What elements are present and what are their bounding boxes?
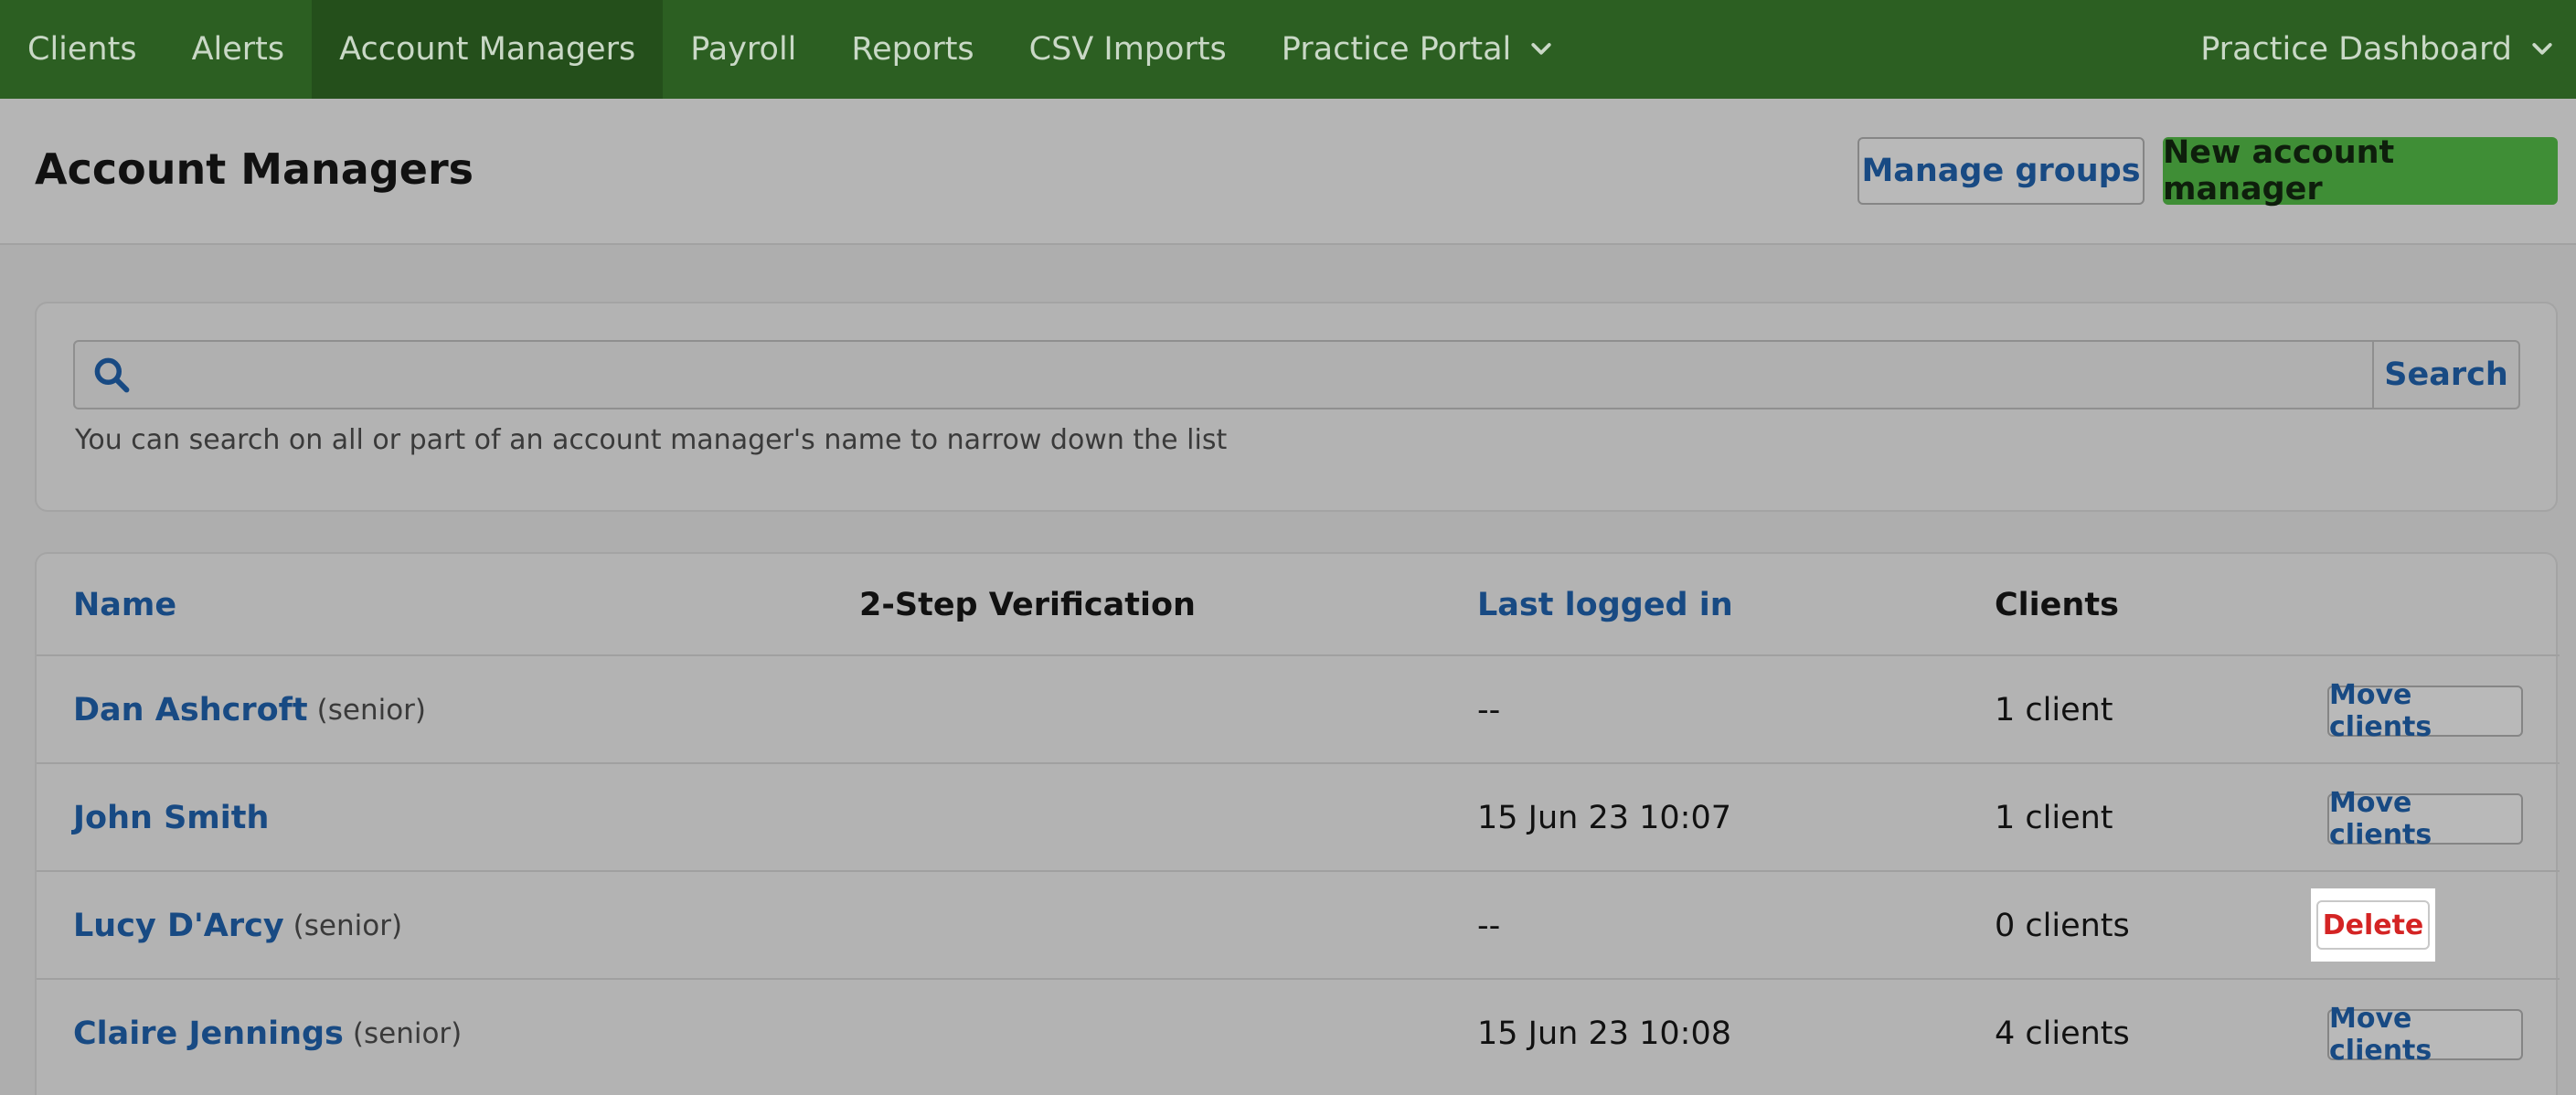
- manage-groups-button[interactable]: Manage groups: [1857, 137, 2145, 205]
- page-header: Account Managers Manage groups New accou…: [0, 99, 2576, 245]
- nav-item-csv-imports[interactable]: CSV Imports: [1002, 0, 1254, 99]
- new-account-manager-button[interactable]: New account manager: [2163, 134, 2558, 207]
- nav-item-payroll[interactable]: Payroll: [663, 0, 824, 99]
- nav-item-label: Clients: [27, 31, 137, 68]
- column-header-clients: Clients: [1995, 587, 2119, 623]
- role-label: (senior): [352, 1017, 463, 1050]
- last-logged-in-value: --: [1477, 692, 1501, 728]
- nav-item-practice-portal[interactable]: Practice Portal: [1254, 0, 1582, 99]
- clients-count: 1 client: [1995, 692, 2113, 728]
- page-title: Account Managers: [35, 144, 474, 194]
- nav-item-label: CSV Imports: [1028, 31, 1227, 68]
- chevron-down-icon: [2532, 43, 2552, 55]
- search-button[interactable]: Search: [2372, 342, 2518, 408]
- account-manager-name-link[interactable]: Dan Ashcroft: [73, 692, 308, 728]
- delete-highlight: Delete: [2311, 888, 2435, 962]
- move-clients-button[interactable]: Move clients: [2327, 1003, 2523, 1067]
- delete-button[interactable]: Delete: [2316, 900, 2430, 950]
- search-bar: Search: [73, 340, 2520, 409]
- search-hint: You can search on all or part of an acco…: [75, 424, 1228, 456]
- chevron-down-icon: [1531, 43, 1551, 55]
- nav-item-practice-dashboard[interactable]: Practice Dashboard: [2173, 0, 2576, 99]
- account-manager-name-link[interactable]: John Smith: [73, 800, 269, 836]
- column-header-2-step-verification: 2-Step Verification: [859, 587, 1196, 623]
- last-logged-in-value: --: [1477, 908, 1501, 944]
- nav-item-label: Account Managers: [339, 31, 636, 68]
- last-logged-in-value: 15 Jun 23 10:07: [1477, 800, 1732, 836]
- column-header-name[interactable]: Name: [73, 587, 176, 623]
- role-label: (senior): [293, 909, 403, 942]
- nav-item-account-managers[interactable]: Account Managers: [312, 0, 664, 99]
- account-manager-name-link[interactable]: Claire Jennings: [73, 1015, 344, 1052]
- account-manager-name-link[interactable]: Lucy D'Arcy: [73, 908, 284, 944]
- clients-count: 0 clients: [1995, 908, 2130, 944]
- table-row: John Smith 15 Jun 23 10:07 1 client Move…: [37, 762, 2560, 870]
- move-clients-button[interactable]: Move clients: [2327, 679, 2523, 743]
- column-header-last-logged-in[interactable]: Last logged in: [1477, 587, 1733, 623]
- nav-item-reports[interactable]: Reports: [824, 0, 1001, 99]
- clients-count: 4 clients: [1995, 1015, 2130, 1052]
- nav-item-label: Practice Dashboard: [2200, 31, 2512, 68]
- role-label: (senior): [316, 694, 427, 727]
- nav-item-label: Reports: [851, 31, 974, 68]
- nav-item-label: Practice Portal: [1281, 31, 1512, 68]
- last-logged-in-value: 15 Jun 23 10:08: [1477, 1015, 1732, 1052]
- move-clients-button[interactable]: Move clients: [2327, 787, 2523, 851]
- table-row: Dan Ashcroft (senior) -- 1 client Move c…: [37, 654, 2560, 762]
- clients-count: 1 client: [1995, 800, 2113, 836]
- top-navigation: Clients Alerts Account Managers Payroll …: [0, 0, 2576, 99]
- account-managers-table: Name 2-Step Verification Last logged in …: [35, 552, 2560, 1095]
- nav-item-alerts[interactable]: Alerts: [165, 0, 313, 99]
- table-row: Claire Jennings (senior) 15 Jun 23 10:08…: [37, 978, 2560, 1086]
- search-input[interactable]: [148, 342, 2372, 408]
- search-panel: Search You can search on all or part of …: [35, 302, 2558, 512]
- nav-item-label: Alerts: [191, 31, 285, 68]
- search-icon: [75, 342, 148, 408]
- nav-item-clients[interactable]: Clients: [0, 0, 165, 99]
- nav-item-label: Payroll: [690, 31, 797, 68]
- table-row: Lucy D'Arcy (senior) -- 0 clients Delete: [37, 870, 2560, 978]
